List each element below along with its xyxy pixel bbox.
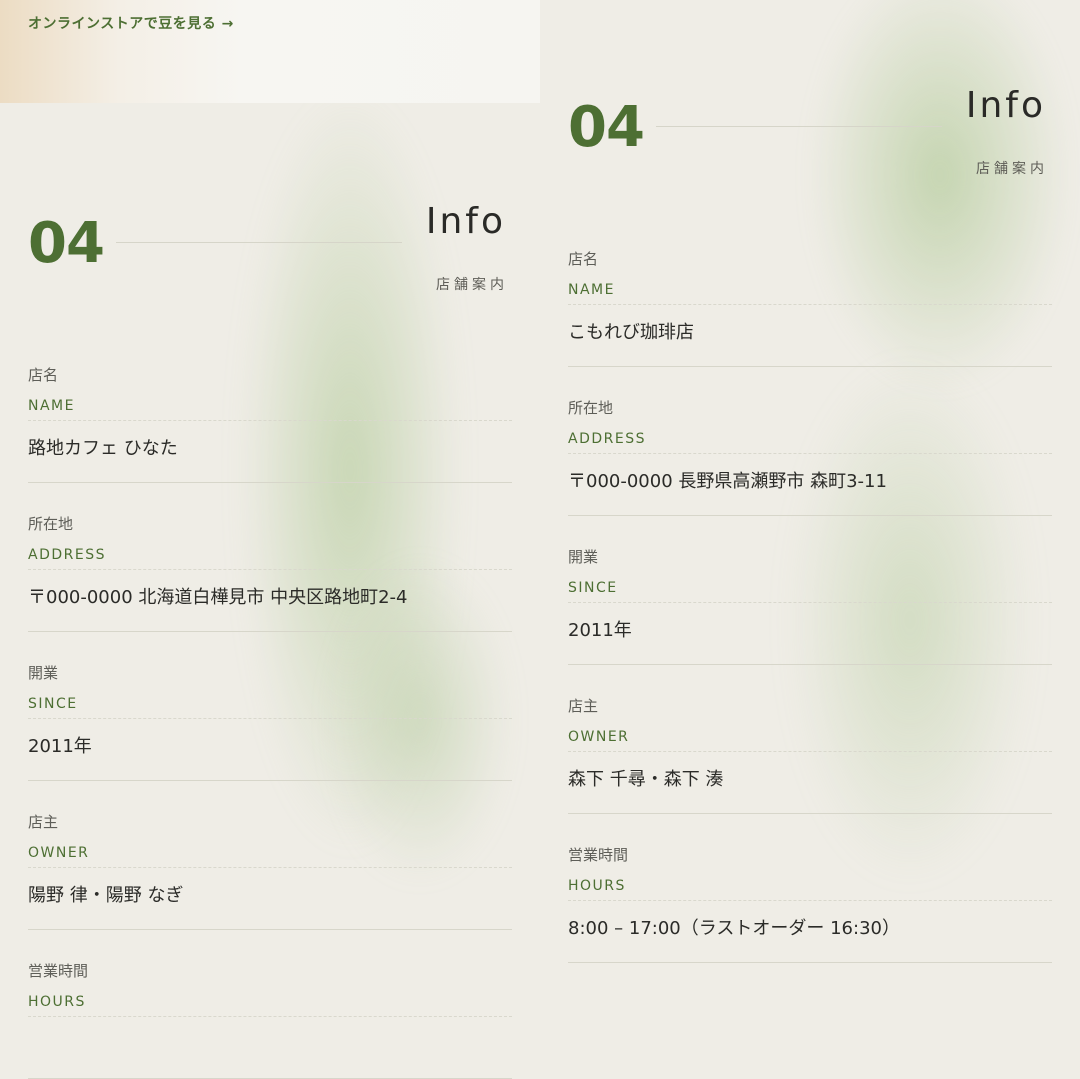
row-label-ja: 店主	[568, 697, 599, 715]
row-value: 陽野 律・陽野 なぎ	[28, 885, 184, 906]
info-row-name: 店名 NAME こもれび珈琲店	[568, 218, 1052, 367]
online-store-link[interactable]: オンラインストアで豆を見る →	[28, 13, 234, 33]
row-label-ja: 所在地	[28, 515, 74, 533]
row-label-ja: 店名	[568, 250, 599, 268]
info-section-right: 04 Info 店舗案内 店名 NAME こもれび珈琲店 所在地 ADDRESS…	[568, 88, 1052, 963]
section-title: Info	[425, 201, 506, 242]
section-divider	[656, 126, 942, 127]
row-label-en: SINCE	[28, 696, 512, 719]
row-label-ja: 店主	[28, 813, 59, 831]
row-label-en: ADDRESS	[568, 431, 1052, 454]
row-label-ja: 営業時間	[28, 962, 89, 980]
online-store-card: オンラインストアで豆を見る →	[0, 0, 540, 103]
row-value: こもれび珈琲店	[568, 322, 694, 343]
row-label-en: SINCE	[568, 580, 1052, 603]
row-label-ja: 店名	[28, 366, 59, 384]
row-label-en: OWNER	[28, 845, 512, 868]
section-subtitle: 店舗案内	[436, 277, 508, 293]
row-label-en: OWNER	[568, 729, 1052, 752]
info-row-owner: 店主 OWNER 森下 千尋・森下 湊	[568, 665, 1052, 814]
row-label-ja: 開業	[568, 548, 599, 566]
info-row-hours: 営業時間 HOURS 8:00 – 17:00（ラストオーダー 16:30）	[568, 814, 1052, 963]
info-row-name: 店名 NAME 路地カフェ ひなた	[28, 334, 512, 483]
row-value: 2011年	[568, 620, 632, 641]
row-value: 〒000-0000 長野県高瀬野市 森町3-11	[568, 471, 887, 492]
info-row-owner: 店主 OWNER 陽野 律・陽野 なぎ	[28, 781, 512, 930]
section-subtitle: 店舗案内	[976, 161, 1048, 177]
row-value: 〒000-0000 北海道白樺見市 中央区路地町2-4	[28, 587, 408, 608]
section-header: 04 Info 店舗案内	[568, 88, 1052, 218]
info-row-since: 開業 SINCE 2011年	[568, 516, 1052, 665]
info-row-since: 開業 SINCE 2011年	[28, 632, 512, 781]
row-label-en: NAME	[28, 398, 512, 421]
row-label-en: HOURS	[568, 878, 1052, 901]
row-value: 2011年	[28, 736, 92, 757]
row-value: 森下 千尋・森下 湊	[568, 769, 724, 790]
section-header: 04 Info 店舗案内	[28, 204, 512, 334]
section-number: 04	[28, 211, 105, 276]
row-label-ja: 開業	[28, 664, 59, 682]
row-value: 8:00 – 17:00（ラストオーダー 16:30）	[568, 918, 900, 939]
row-label-ja: 所在地	[568, 399, 614, 417]
row-label-ja: 営業時間	[568, 846, 629, 864]
row-label-en: NAME	[568, 282, 1052, 305]
row-label-en: HOURS	[28, 994, 512, 1017]
section-divider	[116, 242, 402, 243]
info-row-address: 所在地 ADDRESS 〒000-0000 北海道白樺見市 中央区路地町2-4	[28, 483, 512, 632]
info-row-hours: 営業時間 HOURS	[28, 930, 512, 1079]
info-row-address: 所在地 ADDRESS 〒000-0000 長野県高瀬野市 森町3-11	[568, 367, 1052, 516]
row-label-en: ADDRESS	[28, 547, 512, 570]
row-value: 路地カフェ ひなた	[28, 438, 178, 459]
section-title: Info	[965, 85, 1046, 126]
info-section-left: 04 Info 店舗案内 店名 NAME 路地カフェ ひなた 所在地 ADDRE…	[28, 204, 512, 1079]
section-number: 04	[568, 95, 645, 160]
